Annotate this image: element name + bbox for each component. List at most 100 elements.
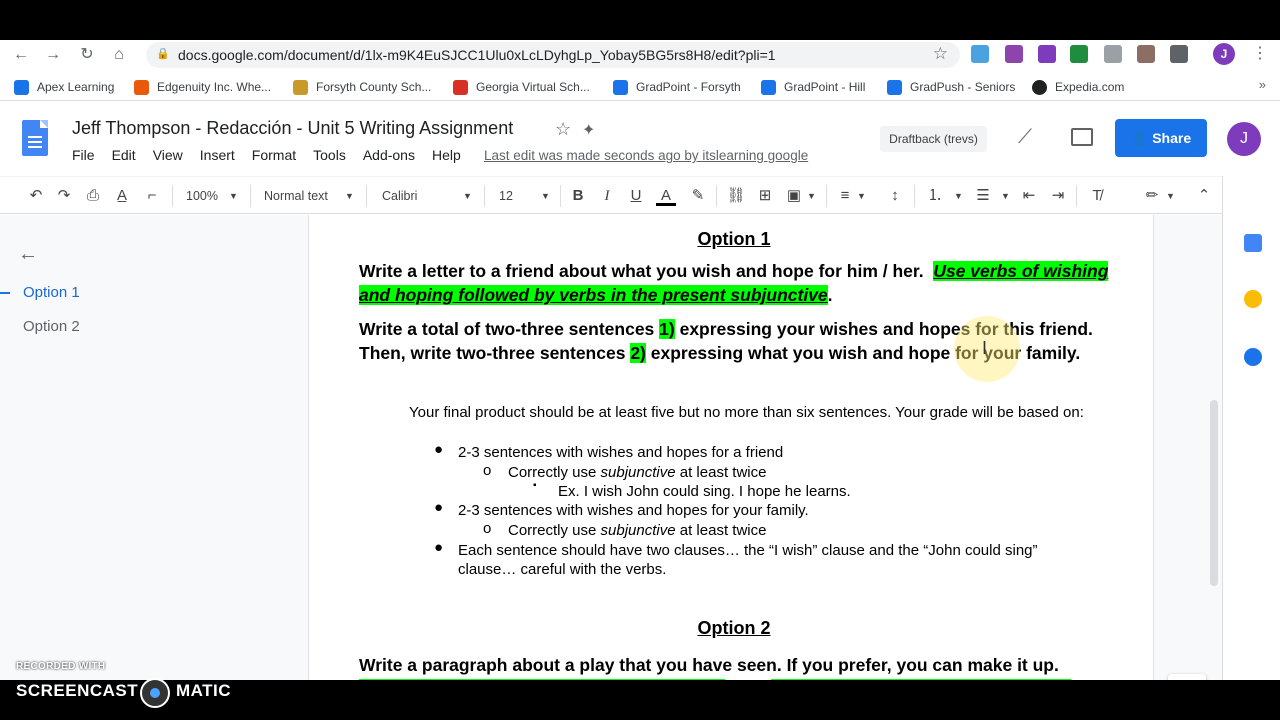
style-select[interactable]: Normal text bbox=[264, 186, 328, 206]
browser-profile-avatar[interactable]: J bbox=[1213, 43, 1235, 65]
move-to-folder-icon[interactable]: ✦ bbox=[582, 120, 595, 140]
increase-indent-icon[interactable]: ⇥ bbox=[1048, 186, 1068, 206]
extension-icon[interactable] bbox=[1137, 45, 1155, 63]
bookmark-favicon-icon bbox=[293, 79, 308, 95]
numbered-list-icon[interactable]: ⒈ bbox=[925, 186, 945, 206]
bullet-circle: o bbox=[483, 520, 492, 537]
bookmark-item[interactable]: Edgenuity Inc. Whe... bbox=[134, 78, 271, 96]
menu-edit[interactable]: Edit bbox=[112, 147, 136, 167]
chevron-down-icon: ▼ bbox=[1166, 191, 1175, 201]
browser-menu-icon[interactable]: ⋮ bbox=[1252, 43, 1268, 63]
undo-icon[interactable]: ↶ bbox=[26, 186, 46, 206]
chevron-down-icon: ▼ bbox=[807, 191, 816, 201]
line-spacing-icon[interactable]: ↕ bbox=[885, 186, 905, 206]
draftback-button[interactable]: Draftback (trevs) bbox=[880, 126, 987, 152]
menu-bar: File Edit View Insert Format Tools Add-o… bbox=[72, 147, 478, 167]
italic-button[interactable]: I bbox=[597, 186, 617, 206]
bookmark-item[interactable]: GradPoint - Forsyth bbox=[613, 78, 741, 96]
bookmark-star-icon[interactable]: ☆ bbox=[933, 44, 948, 64]
extension-icon[interactable] bbox=[1038, 45, 1056, 63]
bullet-text: at least twice bbox=[675, 522, 767, 539]
home-icon[interactable]: ⌂ bbox=[108, 44, 130, 66]
document-page[interactable]: Option 1 Write a letter to a friend abou… bbox=[308, 215, 1154, 680]
back-arrow-icon[interactable]: ← bbox=[10, 44, 32, 66]
option-1-heading: Option 1 bbox=[697, 229, 771, 249]
forward-arrow-icon[interactable]: → bbox=[42, 44, 64, 66]
zoom-select[interactable]: 100% bbox=[186, 186, 218, 206]
outline-active-indicator bbox=[0, 292, 10, 294]
bookmark-item[interactable]: GradPush - Seniors bbox=[887, 78, 1015, 96]
outline-back-arrow-icon[interactable]: ← bbox=[18, 243, 38, 266]
underline-button[interactable]: U bbox=[626, 186, 646, 206]
extension-icon[interactable] bbox=[1005, 45, 1023, 63]
font-size-select[interactable]: 12 bbox=[499, 186, 513, 206]
bullet-item: 2-3 sentences with wishes and hopes for … bbox=[458, 502, 809, 519]
menu-format[interactable]: Format bbox=[252, 147, 296, 167]
bookmark-item[interactable]: Expedia.com bbox=[1032, 78, 1124, 96]
menu-view[interactable]: View bbox=[153, 147, 183, 167]
last-edit-link[interactable]: Last edit was made seconds ago by itslea… bbox=[484, 148, 808, 163]
menu-tools[interactable]: Tools bbox=[313, 147, 346, 167]
menu-help[interactable]: Help bbox=[432, 147, 461, 167]
bookmark-label: Georgia Virtual Sch... bbox=[476, 80, 590, 94]
docs-logo-icon[interactable] bbox=[22, 120, 48, 156]
clear-formatting-icon[interactable]: T̸ bbox=[1087, 186, 1107, 206]
reload-icon[interactable]: ↻ bbox=[76, 44, 98, 66]
bookmark-item[interactable]: GradPoint - Hill bbox=[761, 78, 865, 96]
extension-icon[interactable] bbox=[1170, 45, 1188, 63]
watermark-logo-icon bbox=[140, 678, 170, 708]
outline-item-option-2[interactable]: Option 2 bbox=[23, 318, 80, 335]
editing-mode-icon[interactable]: ✏ bbox=[1142, 186, 1162, 206]
period-text: . bbox=[827, 285, 833, 305]
more-bookmarks-icon[interactable]: » bbox=[1259, 77, 1266, 92]
image-icon[interactable]: ▣ bbox=[784, 186, 804, 206]
paint-format-icon[interactable]: ⌐ bbox=[142, 186, 162, 206]
bookmark-item[interactable]: Forsyth County Sch... bbox=[293, 78, 431, 96]
side-panel bbox=[1222, 176, 1280, 680]
account-avatar[interactable]: J bbox=[1227, 122, 1261, 156]
collapse-menu-icon[interactable]: ⌃ bbox=[1194, 186, 1214, 206]
bullet-text: at least twice bbox=[675, 464, 767, 481]
text-color-button[interactable]: A bbox=[656, 186, 676, 206]
star-icon[interactable]: ☆ bbox=[555, 119, 571, 140]
calendar-icon[interactable] bbox=[1244, 234, 1262, 252]
url-text[interactable]: docs.google.com/document/d/1lx-m9K4EuSJC… bbox=[178, 47, 776, 63]
redo-icon[interactable]: ↷ bbox=[54, 186, 74, 206]
comment-add-icon[interactable]: ⊞ bbox=[755, 186, 775, 206]
activity-trend-icon[interactable]: ⟋ bbox=[1018, 126, 1032, 149]
sub-sub-bullet-item: Ex. I wish John could sing. I hope he le… bbox=[558, 483, 851, 500]
align-left-icon[interactable]: ≡ bbox=[835, 186, 855, 206]
share-button[interactable]: 👤 Share bbox=[1115, 119, 1207, 157]
url-bar[interactable]: 🔒 docs.google.com/document/d/1lx-m9K4EuS… bbox=[146, 42, 960, 68]
extension-icon[interactable] bbox=[1104, 45, 1122, 63]
spellcheck-icon[interactable]: A̲ bbox=[112, 186, 132, 206]
tasks-icon[interactable] bbox=[1244, 348, 1262, 366]
chevron-down-icon: ▼ bbox=[857, 191, 866, 201]
print-icon[interactable]: ⎙ bbox=[83, 186, 103, 206]
bookmark-favicon-icon bbox=[14, 79, 29, 95]
bookmark-label: GradPush - Seniors bbox=[910, 80, 1016, 94]
decrease-indent-icon[interactable]: ⇤ bbox=[1019, 186, 1039, 206]
extension-icon[interactable] bbox=[1070, 45, 1088, 63]
chevron-down-icon: ▼ bbox=[229, 191, 238, 201]
menu-addons[interactable]: Add-ons bbox=[363, 147, 415, 167]
vertical-scrollbar[interactable] bbox=[1210, 400, 1218, 586]
bookmark-item[interactable]: Apex Learning bbox=[14, 78, 114, 96]
watermark-screencast: SCREENCAST bbox=[16, 681, 139, 700]
bookmark-label: GradPoint - Forsyth bbox=[636, 80, 741, 94]
outline-item-option-1[interactable]: Option 1 bbox=[23, 284, 80, 301]
bookmark-item[interactable]: Georgia Virtual Sch... bbox=[453, 78, 590, 96]
keep-icon[interactable] bbox=[1244, 290, 1262, 308]
highlight-icon[interactable]: ✎ bbox=[688, 186, 708, 206]
link-icon[interactable]: ⛓ bbox=[726, 186, 746, 206]
comment-history-icon[interactable] bbox=[1071, 128, 1093, 146]
extension-icon[interactable] bbox=[971, 45, 989, 63]
bulleted-list-icon[interactable]: ☰ bbox=[973, 186, 993, 206]
font-select[interactable]: Calibri bbox=[382, 186, 417, 206]
menu-file[interactable]: File bbox=[72, 147, 95, 167]
bold-button[interactable]: B bbox=[568, 186, 588, 206]
document-title[interactable]: Jeff Thompson - Redacción - Unit 5 Writi… bbox=[72, 118, 513, 139]
menu-insert[interactable]: Insert bbox=[200, 147, 235, 167]
watermark-recorded-with: RECORDED WITH bbox=[16, 661, 106, 672]
paragraph-grading: Your final product should be at least fi… bbox=[409, 404, 1084, 421]
